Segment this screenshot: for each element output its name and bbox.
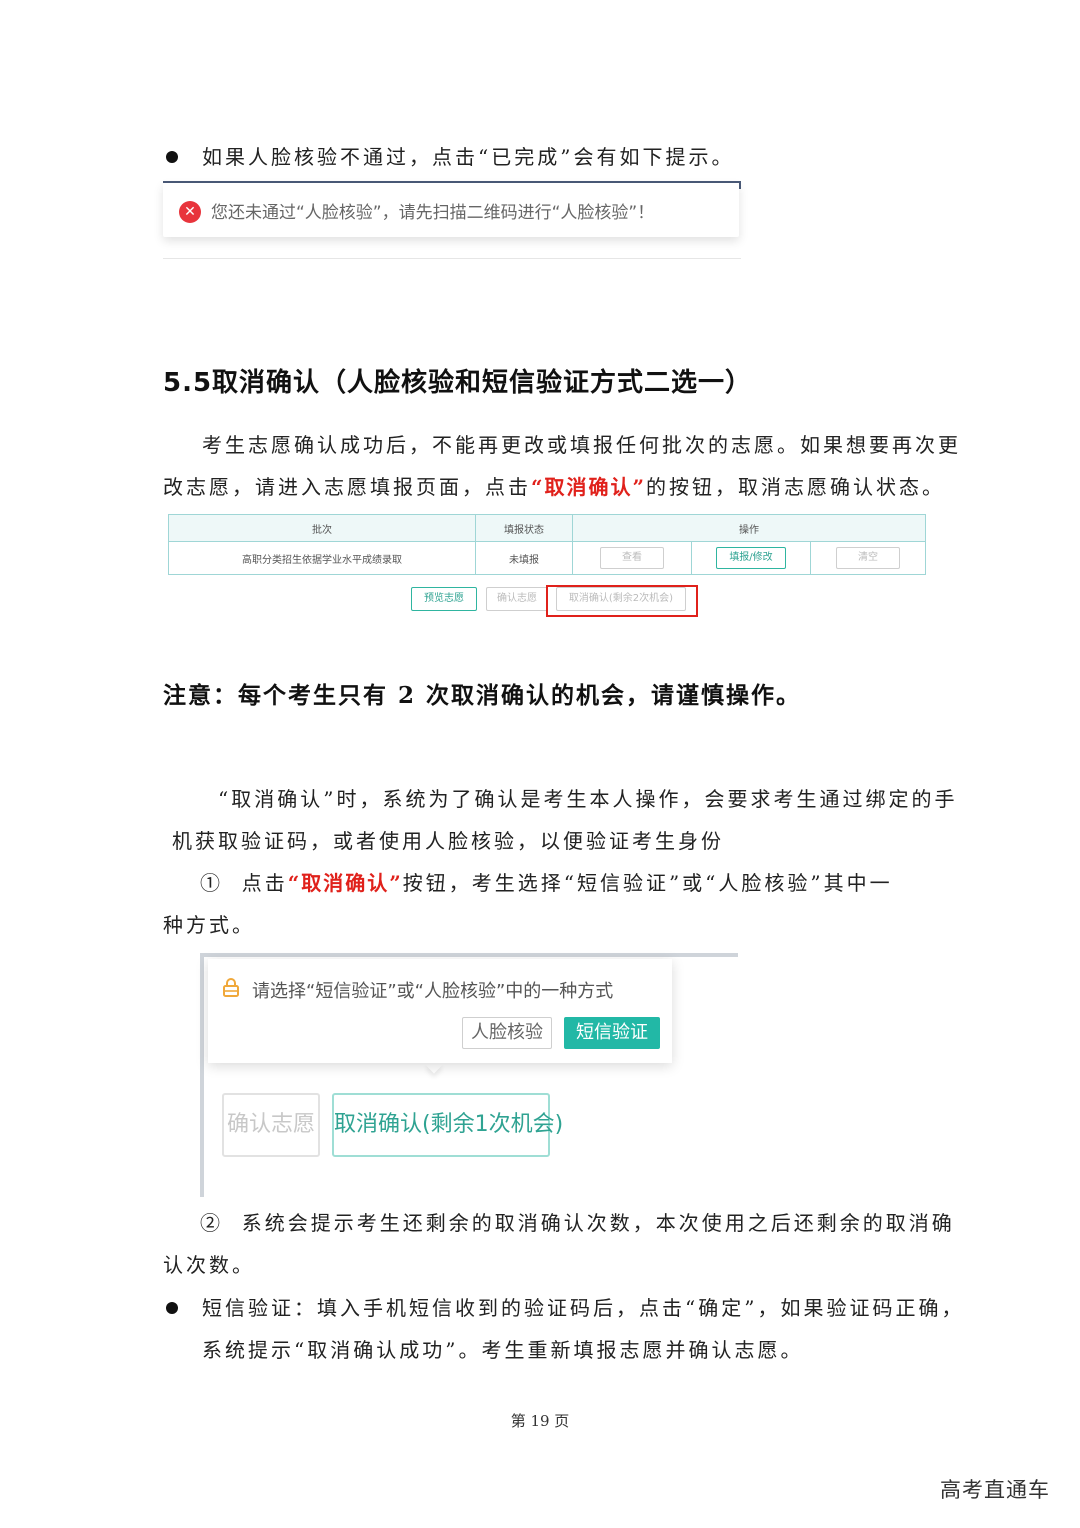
sms-verify-button[interactable]: 短信验证 bbox=[564, 1017, 660, 1049]
face-verify-button[interactable]: 人脸核验 bbox=[462, 1017, 552, 1049]
clear-button[interactable]: 清空 bbox=[836, 547, 900, 569]
close-circle-icon: ✕ bbox=[179, 201, 201, 223]
intro-line-1: 考生志愿确认成功后，不能再更改或填报任何批次的志愿。如果想要再次更 bbox=[202, 433, 961, 457]
watermark: 高考直通车 bbox=[940, 1478, 1050, 1502]
view-button[interactable]: 查看 bbox=[600, 547, 664, 569]
cancel-confirm-highlight: “取消确认” bbox=[287, 871, 403, 895]
step1-line-1: ① 点击“取消确认”按钮，考生选择“短信验证”或“人脸核验”其中一 bbox=[200, 871, 893, 895]
col-header-actions: 操作 bbox=[572, 514, 926, 542]
intro-line-2: 改志愿，请进入志愿填报页面，点击“取消确认”的按钮，取消志愿确认状态。 bbox=[163, 475, 946, 499]
step1-number: ① bbox=[200, 871, 223, 895]
highlight-box bbox=[546, 585, 698, 617]
page-number: 第 19 页 bbox=[510, 1412, 570, 1430]
step2-line-1: ② 系统会提示考生还剩余的取消确认次数，本次使用之后还剩余的取消确 bbox=[200, 1211, 955, 1235]
table-row: 高职分类招生依据学业水平成绩录取 未填报 查看 填报/修改 清空 bbox=[168, 541, 926, 575]
para2-line-2: 机获取验证码，或者使用人脸核验，以便验证考生身份 bbox=[172, 829, 724, 853]
error-toast: ✕ 您还未通过“人脸核验”，请先扫描二维码进行“人脸核验”！ bbox=[163, 183, 739, 237]
step1-line-2: 种方式。 bbox=[163, 913, 255, 937]
notice-text: 注意：每个考生只有 2 次取消确认的机会，请谨慎操作。 bbox=[163, 682, 802, 709]
confirm-volunteer-button[interactable]: 确认志愿 bbox=[486, 587, 548, 611]
col-header-batch: 批次 bbox=[168, 514, 476, 542]
cancel-confirm-highlight: “取消确认” bbox=[531, 475, 647, 499]
step2-number: ② bbox=[200, 1211, 223, 1235]
para2-line-1: “取消确认”时，系统为了确认是考生本人操作，会要求考生通过绑定的手 bbox=[218, 787, 958, 811]
bullet2-line-2: 系统提示“取消确认成功”。考生重新填报志愿并确认志愿。 bbox=[202, 1338, 804, 1362]
lock-icon bbox=[223, 978, 239, 997]
popover-text: 请选择“短信验证”或“人脸核验”中的一种方式 bbox=[252, 981, 614, 1002]
batch-table: 批次 填报状态 操作 高职分类招生依据学业水平成绩录取 未填报 查看 填报/修改… bbox=[168, 514, 926, 575]
cancel-confirm-button[interactable]: 取消确认(剩余1次机会) bbox=[332, 1093, 563, 1157]
verification-popover: 请选择“短信验证”或“人脸核验”中的一种方式 人脸核验 短信验证 bbox=[208, 959, 672, 1063]
confirm-volunteer-button[interactable]: 确认志愿 bbox=[222, 1093, 320, 1157]
step2-line-2: 认次数。 bbox=[163, 1253, 255, 1277]
section-heading: 5.5取消确认（人脸核验和短信验证方式二选一） bbox=[163, 368, 753, 398]
bullet-dot bbox=[166, 1302, 178, 1314]
error-toast-screenshot: ✕ 您还未通过“人脸核验”，请先扫描二维码进行“人脸核验”！ bbox=[163, 181, 741, 259]
bullet-text: 如果人脸核验不通过，点击“已完成”会有如下提示。 bbox=[202, 145, 735, 169]
bullet2-line-1: 短信验证：填入手机短信收到的验证码后，点击“确定”，如果验证码正确， bbox=[202, 1296, 965, 1320]
col-header-status: 填报状态 bbox=[475, 514, 573, 542]
cell-status: 未填报 bbox=[475, 541, 573, 575]
preview-volunteer-button[interactable]: 预览志愿 bbox=[411, 587, 477, 611]
error-toast-text: 您还未通过“人脸核验”，请先扫描二维码进行“人脸核验”！ bbox=[211, 203, 655, 223]
verification-popover-screenshot: 请选择“短信验证”或“人脸核验”中的一种方式 人脸核验 短信验证 确认志愿 取消… bbox=[200, 953, 738, 1197]
bullet-dot bbox=[166, 151, 178, 163]
fill-edit-button[interactable]: 填报/修改 bbox=[716, 547, 786, 569]
cell-batch: 高职分类招生依据学业水平成绩录取 bbox=[168, 541, 476, 575]
